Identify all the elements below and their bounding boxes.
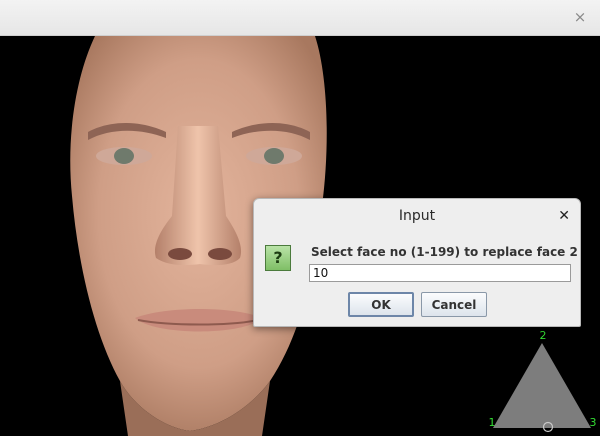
window-titlebar: × (0, 0, 600, 36)
triangle-vertex-label-top: 2 (540, 329, 547, 342)
dialog-message: Select face no (1-199) to replace face 2 (311, 245, 578, 259)
dialog-title: Input (398, 208, 436, 224)
dialog-close-icon[interactable]: ✕ (558, 208, 570, 224)
input-dialog: Input ✕ ? Select face no (1-199) to repl… (253, 198, 581, 327)
window-close-icon[interactable]: × (572, 9, 588, 25)
triangle-vertex-label-right: 3 (590, 416, 597, 429)
face-number-input[interactable] (309, 264, 571, 282)
triangle-vertex-label-left: 1 (489, 416, 496, 429)
blend-triangle (493, 343, 591, 428)
question-icon: ? (265, 245, 291, 271)
ok-button[interactable]: OK (348, 292, 414, 317)
cancel-button[interactable]: Cancel (421, 292, 487, 317)
